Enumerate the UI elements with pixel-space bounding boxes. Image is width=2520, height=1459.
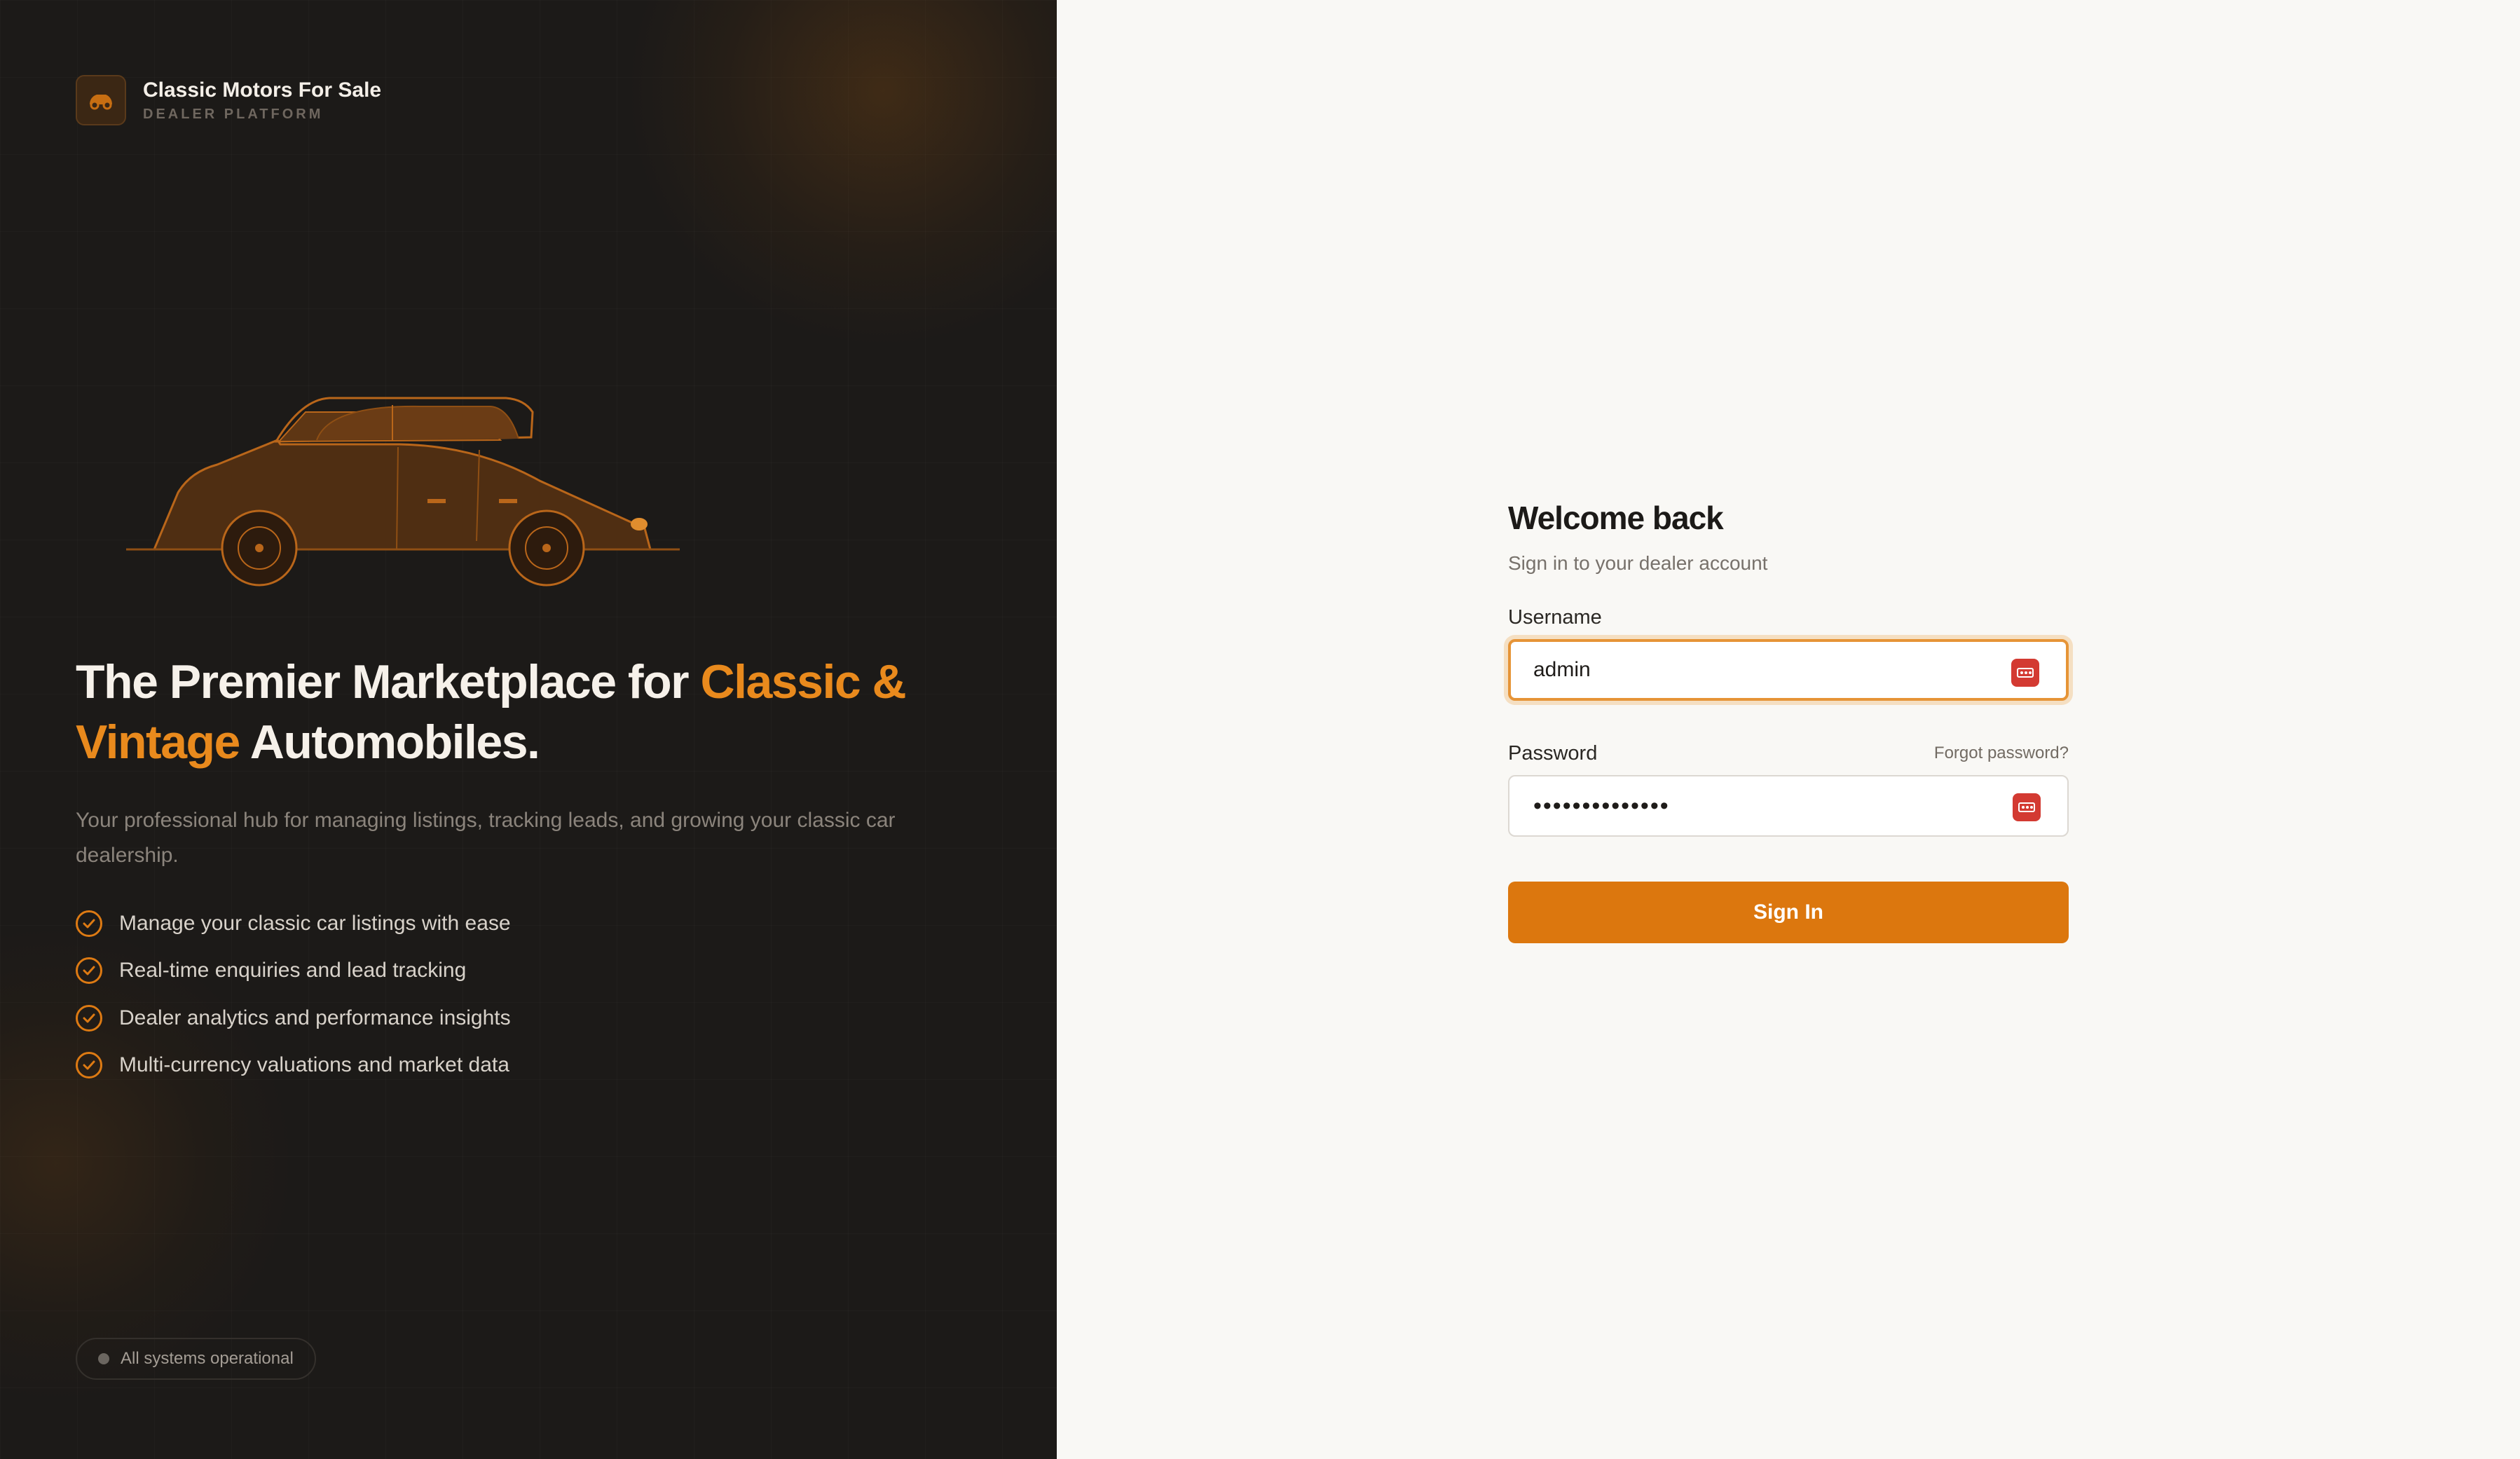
check-circle-icon: [76, 910, 102, 937]
feature-text: Manage your classic car listings with ea…: [119, 911, 511, 935]
background-glow-top: [631, 0, 1057, 343]
username-field[interactable]: admin: [1508, 639, 2069, 701]
brand-name: Classic Motors For Sale: [143, 78, 382, 102]
password-label-row: Password Forgot password?: [1508, 739, 2069, 768]
brand-text: Classic Motors For Sale DEALER PLATFORM: [143, 77, 381, 123]
password-manager-icon[interactable]: [2013, 793, 2041, 821]
check-circle-icon: [76, 1004, 102, 1032]
password-manager-icon[interactable]: [2011, 659, 2039, 687]
username-value: admin: [1533, 658, 1591, 681]
login-form: Welcome back Sign in to your dealer acco…: [1508, 495, 2069, 943]
check-circle-icon: [76, 1052, 102, 1079]
hero-headline: The Premier Marketplace for Classic & Vi…: [76, 652, 987, 772]
login-screen: Classic Motors For Sale DEALER PLATFORM: [0, 0, 2520, 1459]
feature-item: Manage your classic car listings with ea…: [76, 900, 511, 947]
marketing-panel: Classic Motors For Sale DEALER PLATFORM: [0, 0, 1057, 1459]
car-icon: [76, 75, 126, 125]
password-value: ••••••••••••••: [1533, 792, 1670, 819]
login-panel: Welcome back Sign in to your dealer acco…: [1057, 0, 2520, 1459]
check-circle-icon: [76, 957, 102, 985]
feature-item: Dealer analytics and performance insight…: [76, 994, 511, 1042]
status-text: All systems operational: [121, 1349, 294, 1368]
vintage-car-icon: [126, 397, 680, 587]
status-dot-icon: [98, 1353, 109, 1364]
feature-list: Manage your classic car listings with ea…: [76, 900, 511, 1089]
sign-in-button[interactable]: Sign In: [1508, 882, 2069, 943]
username-label: Username: [1508, 606, 1602, 629]
login-title: Welcome back: [1508, 500, 1724, 536]
forgot-password-link[interactable]: Forgot password?: [1934, 744, 2069, 763]
headline-part-1: The Premier Marketplace for: [76, 655, 701, 708]
password-field[interactable]: ••••••••••••••: [1508, 775, 2069, 837]
brand-subtitle: DEALER PLATFORM: [143, 107, 324, 122]
feature-item: Real-time enquiries and lead tracking: [76, 947, 511, 995]
password-label: Password: [1508, 742, 1598, 765]
system-status-badge: All systems operational: [76, 1338, 316, 1380]
feature-text: Dealer analytics and performance insight…: [119, 1006, 511, 1029]
feature-text: Multi-currency valuations and market dat…: [119, 1053, 509, 1077]
brand: Classic Motors For Sale DEALER PLATFORM: [76, 75, 381, 125]
feature-item: Multi-currency valuations and market dat…: [76, 1042, 511, 1090]
feature-text: Real-time enquiries and lead tracking: [119, 959, 467, 982]
login-subtitle: Sign in to your dealer account: [1508, 552, 1768, 574]
hero-description: Your professional hub for managing listi…: [76, 809, 896, 867]
headline-part-2: Automobiles.: [239, 715, 540, 769]
